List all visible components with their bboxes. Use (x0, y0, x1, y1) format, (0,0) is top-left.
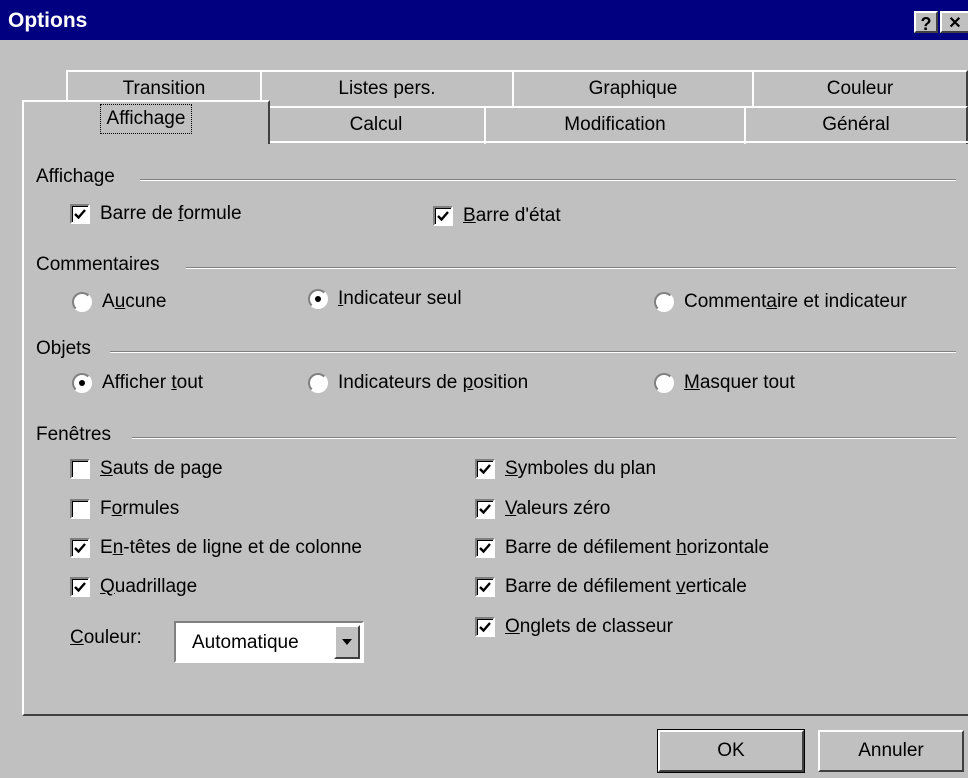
dropdown-arrow-button[interactable] (334, 625, 360, 659)
tab-graphique[interactable]: Graphique (512, 70, 754, 106)
checkbox-checked[interactable] (475, 459, 495, 479)
checkbox-entetes[interactable]: En-têtes de ligne et de colonne (70, 537, 362, 559)
checkbox-label: Barre de défilement horizontale (505, 537, 770, 558)
radio-label: Aucune (102, 291, 167, 312)
radio-button[interactable] (654, 373, 674, 393)
couleur-dropdown[interactable]: Automatique (174, 621, 364, 663)
tab-general[interactable]: Général (744, 106, 968, 144)
radio-button[interactable] (654, 292, 674, 312)
checkbox-defilement-verticale[interactable]: Barre de défilement verticale (475, 576, 747, 598)
ok-button[interactable]: OK (657, 729, 805, 773)
checkbox-formules[interactable]: Formules (70, 498, 179, 520)
checkbox-label: Barre de formule (100, 203, 242, 224)
radio-label: Afficher tout (102, 372, 204, 393)
radio-label: Commentaire et indicateur (684, 291, 907, 312)
tab-modification[interactable]: Modification (484, 106, 746, 144)
group-affichage-label: Affichage (36, 166, 123, 188)
radio-button[interactable] (72, 292, 92, 312)
radio-label: Indicateurs de position (338, 372, 529, 393)
checkbox-checked[interactable] (475, 538, 495, 558)
radio-indicateur-seul[interactable]: Indicateur seul (308, 288, 462, 310)
checkbox-checked[interactable] (475, 499, 495, 519)
checkbox-checked[interactable] (433, 206, 453, 226)
radio-label: Masquer tout (684, 372, 795, 393)
radio-button-selected[interactable] (308, 289, 328, 309)
checkbox-checked[interactable] (475, 577, 495, 597)
checkbox-barre-formule[interactable]: Barre de formule (70, 203, 242, 225)
help-button[interactable]: ? (914, 11, 938, 34)
checkbox-valeurs-zero[interactable]: Valeurs zéro (475, 498, 610, 520)
tab-couleur[interactable]: Couleur (752, 70, 968, 106)
separator (110, 351, 956, 353)
checkbox-label: En-têtes de ligne et de colonne (100, 537, 362, 558)
close-button[interactable]: ✕ (940, 11, 968, 33)
checkbox-label: Sauts de page (100, 458, 223, 479)
couleur-label: Couleur: (70, 627, 142, 648)
radio-button-selected[interactable] (72, 373, 92, 393)
checkbox-symboles-plan[interactable]: Symboles du plan (475, 458, 656, 480)
tab-calcul[interactable]: Calcul (266, 106, 486, 144)
tab-listes-pers[interactable]: Listes pers. (260, 70, 514, 106)
title-bar[interactable]: Options ? ✕ (0, 0, 968, 40)
checkbox-label: Barre d'état (463, 205, 561, 226)
checkbox-unchecked[interactable] (70, 459, 90, 479)
checkbox-label: Onglets de classeur (505, 616, 673, 637)
options-dialog: Options ? ✕ Transition Listes pers. Grap… (0, 0, 968, 778)
radio-masquer-tout[interactable]: Masquer tout (654, 372, 795, 394)
checkbox-checked[interactable] (70, 577, 90, 597)
checkbox-checked[interactable] (70, 204, 90, 224)
checkbox-label: Quadrillage (100, 576, 198, 597)
group-objets-label: Objets (36, 338, 99, 360)
checkbox-label: Barre de défilement verticale (505, 576, 747, 597)
group-commentaires-label: Commentaires (36, 254, 168, 276)
separator (132, 437, 956, 439)
checkbox-barre-etat[interactable]: Barre d'état (433, 205, 561, 227)
checkbox-checked[interactable] (70, 538, 90, 558)
checkbox-label: Symboles du plan (505, 458, 657, 479)
separator (186, 267, 956, 269)
group-fenetres-label: Fenêtres (36, 424, 119, 446)
radio-label: Indicateur seul (338, 288, 462, 309)
chevron-down-icon (342, 639, 352, 645)
checkbox-label: Valeurs zéro (505, 498, 611, 519)
checkbox-checked[interactable] (475, 617, 495, 637)
radio-afficher-tout[interactable]: Afficher tout (72, 372, 203, 394)
checkbox-defilement-horizontale[interactable]: Barre de défilement horizontale (475, 537, 769, 559)
checkbox-sauts-page[interactable]: Sauts de page (70, 458, 223, 480)
checkbox-label: Formules (100, 498, 180, 519)
window-title: Options (8, 9, 88, 32)
checkbox-onglets-classeur[interactable]: Onglets de classeur (475, 616, 673, 638)
radio-aucune[interactable]: Aucune (72, 291, 166, 313)
checkbox-quadrillage[interactable]: Quadrillage (70, 576, 197, 598)
radio-commentaire-indicateur[interactable]: Commentaire et indicateur (654, 291, 907, 313)
checkbox-unchecked[interactable] (70, 499, 90, 519)
tab-affichage[interactable]: Affichage (22, 100, 270, 144)
annuler-button[interactable]: Annuler (818, 730, 964, 772)
radio-indicateurs-position[interactable]: Indicateurs de position (308, 372, 528, 394)
separator (140, 179, 956, 181)
tab-affichage-label: Affichage (99, 104, 193, 134)
radio-button[interactable] (308, 373, 328, 393)
couleur-dropdown-value: Automatique (192, 632, 299, 653)
